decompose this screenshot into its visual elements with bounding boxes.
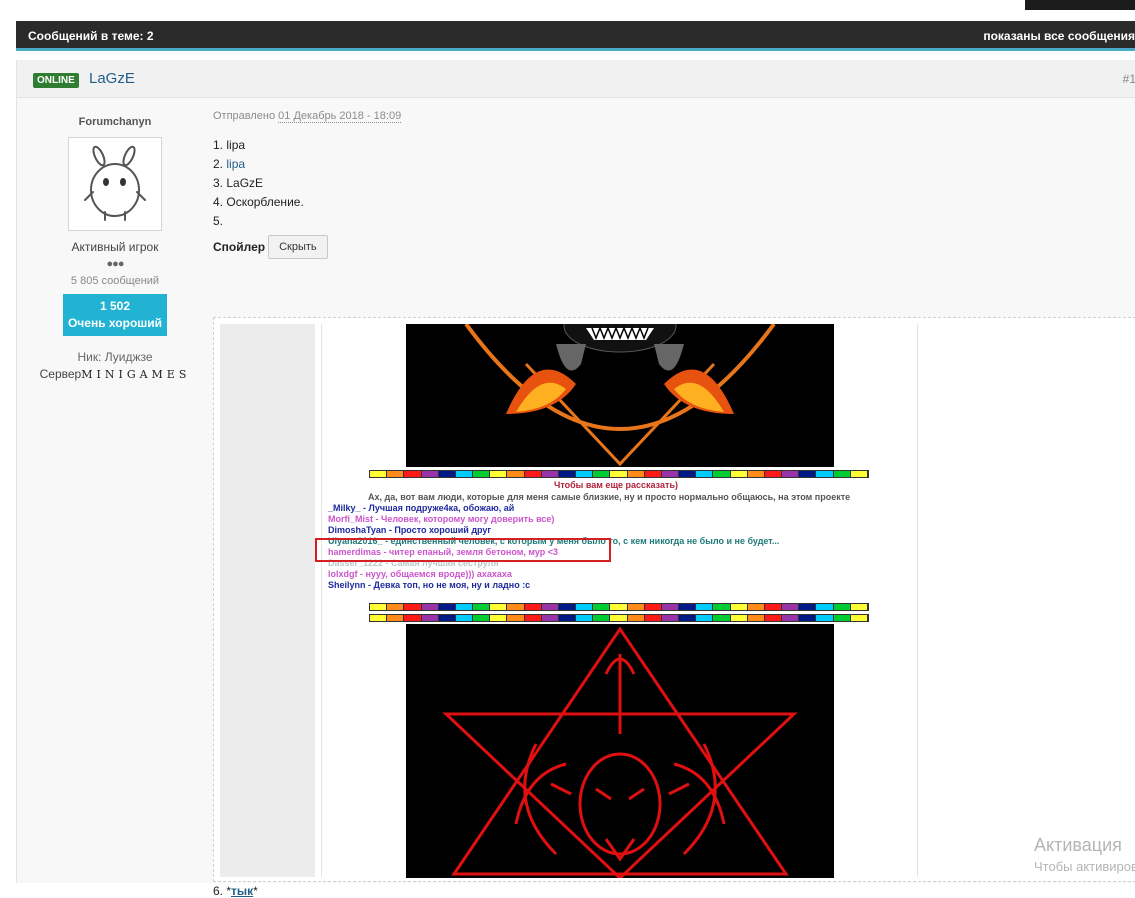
- online-status-badge: ONLINE: [33, 73, 79, 88]
- list-item-text: Оскорбление.: [226, 195, 304, 209]
- list-item: 2. lipa: [213, 157, 246, 171]
- nick-value: Луиджзе: [104, 350, 153, 364]
- reputation-label: Очень хороший: [67, 316, 163, 330]
- avatar[interactable]: [68, 137, 162, 231]
- post-number-link[interactable]: #1: [1123, 72, 1135, 86]
- server-field: СерверMINIGAMES: [35, 367, 195, 381]
- posted-date: 01 Декабрь 2018 - 18:09: [278, 110, 402, 123]
- post-content: Отправлено 01 Декабрь 2018 - 18:09 1. li…: [213, 110, 1135, 898]
- server-value: MINIGAMES: [81, 368, 191, 381]
- spoiler-toggle-row: Спойлер Скрыть: [213, 235, 1135, 259]
- posted-label: Отправлено: [213, 110, 276, 122]
- list-item-text: LaGzE: [226, 176, 264, 190]
- baphomet-image-icon: [406, 624, 834, 878]
- server-label: Сервер: [39, 367, 82, 381]
- nick-label: Ник:: [77, 350, 102, 364]
- list-item: 1. lipa: [213, 138, 246, 152]
- rainbow-divider: [369, 470, 869, 478]
- divider: [321, 324, 322, 877]
- spoiler-intro: Ах, да, вот вам люди, которые для меня с…: [368, 492, 851, 502]
- rainbow-divider: [369, 603, 869, 611]
- post-footer-line: 6. *тык*: [213, 884, 258, 898]
- top-corner-tab: [1025, 0, 1135, 10]
- post-author-link[interactable]: LaGzE: [89, 70, 135, 87]
- rainbow-divider: [369, 614, 869, 622]
- user-group: Forumchanyn: [78, 116, 152, 128]
- reputation-badge: 1 502 Очень хороший: [63, 294, 167, 336]
- spoiler-heading: Чтобы вам еще рассказать): [554, 480, 678, 490]
- rank-pips-icon: ●●●: [106, 258, 125, 270]
- spoiler-left-panel: [220, 324, 315, 877]
- hide-spoiler-button[interactable]: Скрыть: [268, 235, 328, 259]
- tyk-link[interactable]: тык: [231, 884, 253, 898]
- divider: [917, 324, 918, 877]
- spoiler-content: Чтобы вам еще рассказать) Ах, да, вот ва…: [213, 317, 1135, 882]
- reputation-value: 1 502: [99, 299, 131, 313]
- topic-bar: Сообщений в теме: 2 показаны все сообщен…: [16, 21, 1135, 51]
- windows-activation-watermark: Активация Чтобы активировать: [1034, 835, 1135, 874]
- friend-line: _Milky_ - Лучшая подруже4ка, обожаю, ай: [328, 503, 515, 513]
- nick-field: Ник: Луиджзе: [35, 350, 195, 364]
- demon-image-icon: [406, 324, 834, 467]
- forum-post: ONLINE LaGzE #1 Forumchanyn Активный игр…: [16, 60, 1135, 898]
- list-item-text: lipa: [226, 138, 246, 152]
- baphomet-image: [406, 624, 834, 878]
- friend-line: DimoshaTyan - Просто хороший друг: [328, 525, 492, 535]
- post-list: 1. lipa 2. lipa 3. LaGzE 4. Оскорбление.…: [213, 136, 1135, 231]
- list-item: 5.: [213, 214, 224, 228]
- watermark-subtitle: Чтобы активировать: [1034, 859, 1135, 874]
- spoiler-label: Спойлер: [213, 240, 266, 254]
- posted-line: Отправлено 01 Декабрь 2018 - 18:09: [213, 110, 1135, 123]
- highlight-box: [315, 538, 611, 562]
- friend-line: lolxdgf - нууу, общаемся вроде))) ахахах…: [328, 569, 512, 579]
- friend-line: Morfi_Mist - Человек, которому могу дове…: [328, 514, 555, 524]
- bunny-avatar-icon: [84, 145, 146, 221]
- watermark-title: Активация: [1034, 835, 1122, 855]
- user-rank: Активный игрок: [71, 240, 159, 254]
- message-count: Сообщений в теме: 2: [28, 29, 154, 43]
- friend-line: Sheilynn - Девка топ, но не моя, ну и ла…: [328, 580, 531, 590]
- list-item: 4. Оскорбление.: [213, 195, 304, 209]
- list-item: 3. LaGzE: [213, 176, 264, 190]
- author-sidebar: Forumchanyn Активный игрок ●●● 5 805 соо…: [35, 115, 195, 381]
- user-posts-count: 5 805 сообщений: [70, 275, 160, 287]
- list-item-link[interactable]: lipa: [226, 157, 245, 171]
- shown-all-messages: показаны все сообщения: [983, 29, 1135, 43]
- demon-pentagram-image: [406, 324, 834, 467]
- post-header: ONLINE LaGzE #1: [17, 60, 1135, 98]
